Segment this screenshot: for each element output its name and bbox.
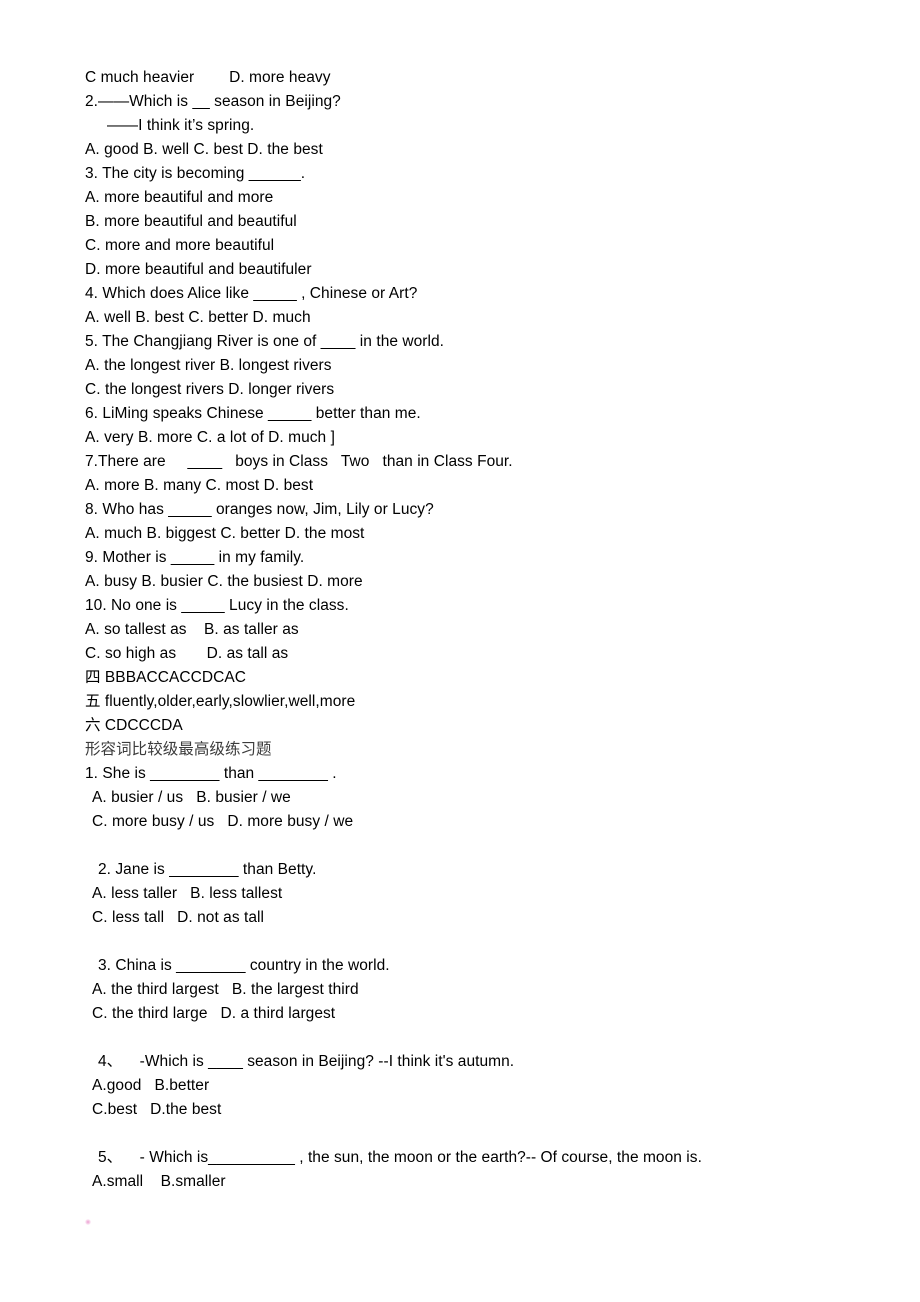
text-line: A. well B. best C. better D. much <box>85 309 311 326</box>
text-line: A. good B. well C. best D. the best <box>85 141 323 158</box>
question-block-1: 1. She is ________ than ________ . A. bu… <box>85 762 885 834</box>
text-line: ——I think it’s spring. <box>107 117 255 134</box>
text-line: 2.——Which is __ season in Beijing? <box>85 93 341 110</box>
text-line: C. the longest rivers D. longer rivers <box>85 381 335 398</box>
option-line: A.small B.smaller <box>92 1173 226 1190</box>
text-line: C much heavier D. more heavy <box>85 69 331 86</box>
question-stem: 1. She is ________ than ________ . <box>85 765 337 782</box>
option-line: A. less taller B. less tallest <box>92 885 283 902</box>
text-line: A. very B. more C. a lot of D. much ] <box>85 429 335 446</box>
section-title: 形容词比较级最高级练习题 <box>85 741 272 758</box>
upper-exercise-block: C much heavier D. more heavy 2.——Which i… <box>85 66 885 666</box>
text-line: 3. The city is becoming ______. <box>85 165 306 182</box>
text-line: C. so high as D. as tall as <box>85 645 289 662</box>
text-line: A. more B. many C. most D. best <box>85 477 314 494</box>
option-line: A.good B.better <box>92 1077 210 1094</box>
option-line: C. the third large D. a third largest <box>92 1005 336 1022</box>
text-line: A. the longest river B. longest rivers <box>85 357 332 374</box>
question-block-4: 4、 -Which is ____ season in Beijing? --I… <box>85 1050 885 1122</box>
answer-key-block: 四 BBBACCACCDCAC 五 fluently,older,early,s… <box>85 666 885 738</box>
text-line: 6. LiMing speaks Chinese _____ better th… <box>85 405 421 422</box>
option-line: C.best D.the best <box>92 1101 222 1118</box>
text-line: A. much B. biggest C. better D. the most <box>85 525 365 542</box>
option-line: A. busier / us B. busier / we <box>92 789 291 806</box>
question-stem: 4、 -Which is ____ season in Beijing? --I… <box>98 1053 515 1070</box>
answer-key-value: fluently,older,early,slowlier,well,more <box>100 693 356 710</box>
text-line: 9. Mother is _____ in my family. <box>85 549 305 566</box>
option-line: C. more busy / us D. more busy / we <box>92 813 354 830</box>
question-block-5: 5、 - Which is__________ , the sun, the m… <box>85 1146 885 1194</box>
text-line: 10. No one is _____ Lucy in the class. <box>85 597 349 614</box>
question-block-2: 2. Jane is ________ than Betty. A. less … <box>85 858 885 930</box>
option-line: C. less tall D. not as tall <box>92 909 265 926</box>
option-line: A. the third largest B. the largest thir… <box>92 981 359 998</box>
question-stem: 5、 - Which is__________ , the sun, the m… <box>98 1149 702 1166</box>
text-line: 5. The Changjiang River is one of ____ i… <box>85 333 445 350</box>
text-line: 7.There are ____ boys in Class Two than … <box>85 453 513 470</box>
answer-key-value: BBBACCACCDCAC <box>100 669 246 686</box>
answer-key-value: CDCCCDA <box>100 717 183 734</box>
ink-speck-artifact <box>85 1219 91 1225</box>
answer-key-label: 四 <box>85 669 101 686</box>
text-line: C. more and more beautiful <box>85 237 275 254</box>
answer-key-line: 五 fluently,older,early,slowlier,well,mor… <box>85 690 885 714</box>
answer-key-line: 四 BBBACCACCDCAC <box>85 666 885 690</box>
text-line: 8. Who has _____ oranges now, Jim, Lily … <box>85 501 434 518</box>
answer-key-label: 六 <box>85 717 101 734</box>
question-block-3: 3. China is ________ country in the worl… <box>85 954 885 1026</box>
question-stem: 3. China is ________ country in the worl… <box>98 957 390 974</box>
document-page: C much heavier D. more heavy 2.——Which i… <box>0 0 920 1302</box>
text-line: B. more beautiful and beautiful <box>85 213 297 230</box>
text-line: A. more beautiful and more <box>85 189 274 206</box>
question-stem: 2. Jane is ________ than Betty. <box>98 861 317 878</box>
text-line: A. so tallest as B. as taller as <box>85 621 299 638</box>
answer-key-label: 五 <box>85 693 101 710</box>
text-line: 4. Which does Alice like _____ , Chinese… <box>85 285 418 302</box>
document-text-body: C much heavier D. more heavy 2.——Which i… <box>85 66 885 1194</box>
answer-key-line: 六 CDCCCDA <box>85 714 885 738</box>
text-line: A. busy B. busier C. the busiest D. more <box>85 573 363 590</box>
text-line: D. more beautiful and beautifuler <box>85 261 312 278</box>
